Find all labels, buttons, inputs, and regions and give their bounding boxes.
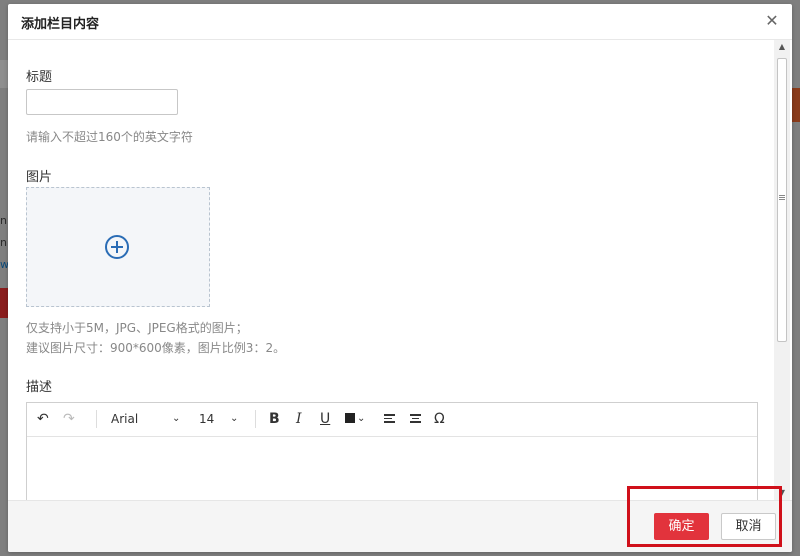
add-column-content-dialog: 添加栏目内容 ✕ 标题 请输入不超过160个的英文字符 图片 仅支持小于5M，J… [8,4,792,552]
chevron-down-icon[interactable]: ⌄ [357,411,365,427]
italic-button[interactable]: I [296,411,302,427]
footer-highlight-box [627,486,782,547]
font-size-select[interactable]: 14 [199,411,214,427]
undo-icon[interactable]: ↶ [37,411,49,427]
special-char-icon[interactable]: Ω [434,411,445,427]
editor-toolbar: ↶ ↷ Arial ⌄ 14 ⌄ B I U ⌄ Ω [27,403,757,437]
scroll-up-icon[interactable]: ▲ [774,40,790,54]
toolbar-divider [96,410,97,428]
chevron-down-icon[interactable]: ⌄ [230,411,238,427]
title-hint: 请输入不超过160个的英文字符 [26,130,193,144]
text-color-icon[interactable] [345,413,355,423]
title-label: 标题 [26,70,53,85]
background-link: w [0,258,8,271]
image-label: 图片 [26,170,53,185]
image-hint-size: 仅支持小于5M，JPG、JPEG格式的图片； [26,321,248,335]
toolbar-divider [255,410,256,428]
dialog-scrollbar[interactable]: ▲ ▼ [774,40,790,500]
chevron-down-icon[interactable]: ⌄ [172,411,180,427]
align-left-icon[interactable] [384,414,395,424]
dialog-title: 添加栏目内容 [21,17,100,32]
grip-icon [779,195,785,201]
image-hint-ratio: 建议图片尺寸：900*600像素，图片比例3：2。 [26,341,286,355]
title-input[interactable] [26,89,178,115]
underline-button[interactable]: U [320,411,330,427]
dialog-header: 添加栏目内容 ✕ [8,4,792,40]
plus-circle-icon [105,235,129,259]
scrollbar-thumb[interactable] [777,58,787,342]
image-upload-area[interactable] [26,187,210,307]
background-button [0,288,8,318]
dialog-body: 标题 请输入不超过160个的英文字符 图片 仅支持小于5M，JPG、JPEG格式… [8,40,792,500]
bold-button[interactable]: B [269,411,280,427]
background-text: n [0,214,7,227]
description-label: 描述 [26,380,53,395]
redo-icon[interactable]: ↷ [63,411,75,427]
background-text: n [0,236,7,249]
align-center-icon[interactable] [410,414,421,424]
background-tab [0,60,8,88]
close-icon[interactable]: ✕ [764,13,780,29]
font-family-select[interactable]: Arial [111,411,138,427]
